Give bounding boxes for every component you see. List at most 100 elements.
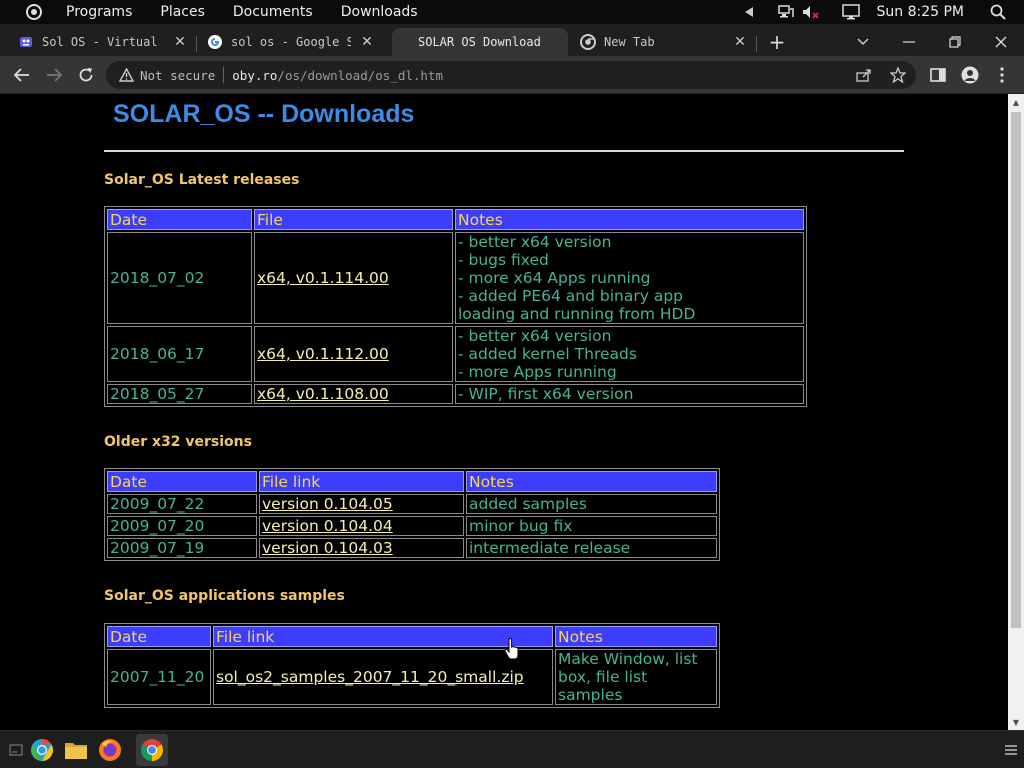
- bookmark-star-icon[interactable]: [888, 65, 908, 85]
- close-tab-icon[interactable]: ✕: [359, 34, 375, 50]
- column-header-notes: Notes: [466, 471, 717, 492]
- clock[interactable]: Sun 8:25 PM: [877, 4, 965, 20]
- table-row: 2018_05_27 x64, v0.1.108.00 - WIP, first x…: [107, 384, 804, 404]
- download-link[interactable]: x64, v0.1.114.00: [257, 269, 389, 287]
- profile-avatar-icon[interactable]: [956, 61, 984, 89]
- security-label[interactable]: Not secure: [140, 68, 215, 83]
- tab-title: sol os - Google Se: [231, 35, 351, 49]
- chrome-icon: [580, 34, 596, 50]
- download-link[interactable]: version 0.104.03: [262, 539, 393, 557]
- note-line: - more Apps running: [458, 363, 617, 381]
- release-date: 2018_05_27: [107, 384, 252, 404]
- scrollbar-thumb[interactable]: [1011, 112, 1021, 628]
- tab-google-search[interactable]: sol os - Google Se ✕: [197, 28, 383, 56]
- table-row: 2007_11_20 sol_os2_samples_2007_11_20_sma…: [107, 649, 717, 705]
- url-host: oby.ro: [232, 67, 278, 83]
- address-bar[interactable]: Not secure oby.ro/os/download/os_dl.htm: [106, 61, 916, 89]
- download-link[interactable]: sol_os2_samples_2007_11_20_small.zip: [216, 668, 524, 686]
- back-arrow-icon[interactable]: [8, 61, 36, 89]
- notes-cell: minor bug fix: [466, 516, 717, 536]
- new-tab-plus-icon[interactable]: +: [763, 28, 791, 56]
- latest-releases-table: Date File Notes 2018_07_02 x64, v0.1.114.…: [104, 206, 807, 407]
- note-line: - added PE64 and binary app: [458, 287, 683, 305]
- menu-documents[interactable]: Documents: [233, 4, 313, 20]
- page-viewport[interactable]: SOLAR_OS -- Downloads Solar_OS Latest re…: [0, 94, 1008, 730]
- notes-cell: Make Window, list box, file list samples: [555, 649, 717, 705]
- menu-downloads[interactable]: Downloads: [341, 4, 418, 20]
- network-icon[interactable]: [777, 0, 795, 24]
- url-text[interactable]: oby.ro/os/download/os_dl.htm: [232, 68, 443, 83]
- tab-solar-os-download[interactable]: SOLAR OS Download: [392, 28, 568, 56]
- notes-cell: - better x64 version - bugs fixed - more x…: [455, 232, 804, 324]
- tab-title: Sol OS - Virtual Ma: [42, 35, 164, 49]
- scroll-down-arrow-icon[interactable]: ▼: [1008, 714, 1024, 730]
- file-cell: sol_os2_samples_2007_11_20_small.zip: [213, 649, 553, 705]
- tray-arrow-left-icon[interactable]: [743, 0, 755, 24]
- tab-sol-os-virtual[interactable]: Sol OS - Virtual Ma ✕: [8, 28, 196, 56]
- side-panel-icon[interactable]: [924, 61, 952, 89]
- app-menu-hamburger-icon[interactable]: [998, 737, 1024, 763]
- menu-places[interactable]: Places: [160, 4, 205, 20]
- scroll-up-arrow-icon[interactable]: ▲: [1008, 94, 1024, 110]
- download-link[interactable]: version 0.104.04: [262, 517, 393, 535]
- download-link[interactable]: x64, v0.1.112.00: [257, 345, 389, 363]
- file-cell: version 0.104.05: [259, 494, 464, 514]
- url-path: /os/download/os_dl.htm: [277, 67, 443, 83]
- note-line: box, file list: [558, 668, 648, 686]
- table-row: 2009_07_22 version 0.104.05 added samples: [107, 494, 717, 514]
- note-line: - better x64 version: [458, 327, 612, 345]
- note-line: samples: [558, 686, 623, 704]
- menu-programs[interactable]: Programs: [66, 4, 132, 20]
- minimize-icon[interactable]: [895, 28, 923, 56]
- hand-pointer-cursor-icon: [504, 638, 519, 660]
- close-tab-icon[interactable]: ✕: [172, 34, 188, 50]
- tab-title: New Tab: [604, 35, 655, 49]
- section-heading-samples: Solar_OS applications samples: [104, 588, 345, 604]
- tab-search-chevron-icon[interactable]: [849, 28, 877, 56]
- section-heading-older: Older x32 versions: [104, 434, 252, 450]
- chrome-taskbar-icon[interactable]: [136, 734, 168, 766]
- close-tab-icon[interactable]: ✕: [732, 34, 748, 50]
- column-header-notes: Notes: [455, 209, 804, 230]
- share-icon[interactable]: [854, 65, 874, 85]
- close-window-icon[interactable]: [987, 28, 1015, 56]
- volume-muted-icon[interactable]: [801, 0, 821, 24]
- file-cell: x64, v0.1.108.00: [254, 384, 453, 404]
- tab-divider: [756, 36, 757, 52]
- search-icon[interactable]: [988, 0, 1008, 24]
- column-header-date: Date: [107, 209, 252, 230]
- download-link[interactable]: version 0.104.05: [262, 495, 393, 513]
- reload-icon[interactable]: [72, 61, 100, 89]
- column-header-file-link: File link: [259, 471, 464, 492]
- release-date: 2009_07_20: [107, 516, 257, 536]
- browser-toolbar: Not secure oby.ro/os/download/os_dl.htm: [0, 56, 1024, 94]
- page-scrollbar[interactable]: ▲ ▼: [1008, 94, 1024, 730]
- horizontal-rule: [104, 150, 904, 152]
- release-date: 2007_11_20: [107, 649, 211, 705]
- samples-table: Date File link Notes 2007_11_20 sol_os2_s…: [104, 623, 720, 708]
- firefox-icon[interactable]: [97, 737, 123, 763]
- table-row: 2009_07_20 version 0.104.04 minor bug fix: [107, 516, 717, 536]
- note-line: - added kernel Threads: [458, 345, 637, 363]
- virtualbox-icon: [18, 34, 34, 50]
- file-manager-icon[interactable]: [63, 737, 89, 763]
- chromium-launcher-icon[interactable]: [29, 737, 55, 763]
- display-icon[interactable]: [841, 0, 861, 24]
- file-cell: x64, v0.1.114.00: [254, 232, 453, 324]
- note-line: added samples: [469, 495, 587, 513]
- table-row: 2009_07_19 version 0.104.03 intermediate r…: [107, 538, 717, 558]
- kebab-menu-icon[interactable]: [988, 61, 1016, 89]
- tab-new-tab[interactable]: New Tab ✕: [570, 28, 756, 56]
- warning-triangle-icon[interactable]: [118, 67, 134, 83]
- show-desktop-icon[interactable]: [3, 737, 29, 763]
- restore-icon[interactable]: [941, 28, 969, 56]
- release-date: 2018_06_17: [107, 326, 252, 382]
- note-line: minor bug fix: [469, 517, 573, 535]
- activities-icon[interactable]: [22, 4, 46, 20]
- forward-arrow-icon[interactable]: [40, 61, 68, 89]
- google-icon: [207, 34, 223, 50]
- download-link[interactable]: x64, v0.1.108.00: [257, 385, 389, 403]
- file-cell: version 0.104.03: [259, 538, 464, 558]
- file-cell: version 0.104.04: [259, 516, 464, 536]
- note-line: - bugs fixed: [458, 251, 549, 269]
